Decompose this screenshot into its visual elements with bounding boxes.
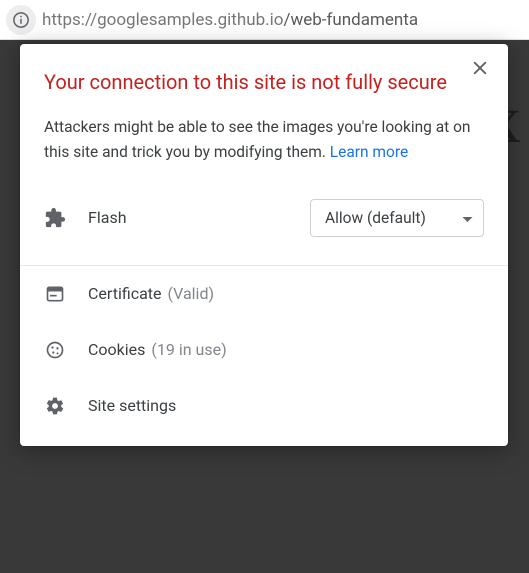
url-bar: https://googlesamples.github.io/web-fund…	[0, 0, 529, 40]
url-path: /web-fundamenta	[283, 10, 418, 30]
security-description: Attackers might be able to see the image…	[44, 115, 484, 165]
close-button[interactable]	[470, 58, 494, 82]
url-text[interactable]: https://googlesamples.github.io/web-fund…	[42, 10, 418, 30]
cookie-icon	[44, 339, 66, 361]
flash-permission-row: Flash Allow (default)	[44, 199, 484, 237]
learn-more-link[interactable]: Learn more	[330, 143, 408, 161]
cookies-row[interactable]: Cookies (19 in use)	[44, 322, 484, 378]
gear-icon	[44, 395, 66, 417]
chevron-down-icon	[462, 209, 473, 227]
cookies-label-text: Cookies	[88, 340, 145, 359]
puzzle-icon	[44, 207, 66, 229]
certificate-label: Certificate (Valid)	[88, 284, 484, 303]
dropdown-selected: Allow (default)	[325, 209, 426, 227]
site-info-popover: Your connection to this site is not full…	[20, 44, 508, 446]
site-info-button[interactable]	[6, 5, 36, 35]
cookies-label: Cookies (19 in use)	[88, 340, 484, 359]
flash-label: Flash	[88, 208, 310, 227]
cookies-status: (19 in use)	[151, 340, 226, 359]
close-icon	[470, 58, 490, 78]
certificate-status: (Valid)	[168, 284, 215, 303]
site-settings-row[interactable]: Site settings	[44, 378, 484, 434]
site-settings-label: Site settings	[88, 396, 484, 415]
url-host: https://googlesamples.github.io	[42, 10, 283, 30]
flash-permission-dropdown[interactable]: Allow (default)	[310, 199, 484, 237]
info-icon	[12, 11, 30, 29]
security-heading: Your connection to this site is not full…	[44, 68, 484, 97]
certificate-icon	[44, 283, 66, 305]
certificate-label-text: Certificate	[88, 284, 162, 303]
certificate-row[interactable]: Certificate (Valid)	[44, 266, 484, 322]
